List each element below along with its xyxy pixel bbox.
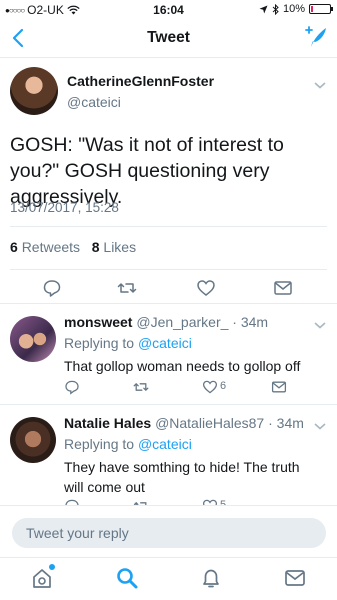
reply-actions: 6	[0, 379, 337, 405]
notification-dot	[49, 564, 55, 570]
reply-composer	[0, 505, 337, 557]
share-icon[interactable]	[271, 379, 287, 395]
chevron-down-icon[interactable]	[313, 80, 327, 90]
likes-label[interactable]: Likes	[103, 239, 136, 255]
reply-avatar[interactable]	[10, 417, 56, 463]
replying-to-link[interactable]: @cateici	[138, 436, 192, 452]
tab-notifications[interactable]	[199, 566, 223, 590]
reply-author[interactable]: Natalie Hales @NatalieHales87 · 34m	[64, 415, 304, 431]
engagement-counts: 6 Retweets 8 Likes	[10, 239, 136, 255]
reply-input[interactable]	[12, 518, 326, 548]
search-icon	[117, 568, 138, 589]
retweet-icon[interactable]	[133, 379, 149, 395]
retweets-label[interactable]: Retweets	[22, 239, 80, 255]
tab-search[interactable]	[115, 566, 139, 590]
replying-to: Replying to @cateici	[64, 335, 192, 351]
chevron-down-icon[interactable]	[313, 421, 327, 431]
replying-to: Replying to @cateici	[64, 436, 192, 452]
reply-avatar[interactable]	[10, 316, 56, 362]
like-icon[interactable]	[196, 278, 216, 298]
reply-author[interactable]: monsweet @Jen_parker_ · 34m	[64, 314, 268, 330]
retweets-count[interactable]: 6	[10, 239, 18, 255]
author-avatar[interactable]	[10, 67, 58, 115]
tweet-timestamp: 13/07/2017, 15:28	[10, 200, 119, 215]
battery-icon	[309, 4, 333, 14]
reply-author-name: Natalie Hales	[64, 415, 152, 431]
reply-item[interactable]: monsweet @Jen_parker_ · 34m Replying to …	[0, 304, 337, 404]
share-icon[interactable]	[273, 278, 293, 298]
reply-author-handle: @Jen_parker_	[136, 314, 229, 330]
reply-author-name: monsweet	[64, 314, 133, 330]
tweet-actions	[0, 276, 337, 302]
like-count: 6	[220, 380, 227, 392]
reply-item[interactable]: Natalie Hales @NatalieHales87 · 34m Repl…	[0, 405, 337, 514]
divider	[10, 269, 327, 270]
battery-percent: 10%	[282, 3, 305, 15]
reply-text: They have somthing to hide! The truth wi…	[64, 459, 300, 495]
retweet-icon[interactable]	[117, 278, 137, 298]
tab-bar	[0, 557, 337, 600]
chevron-down-icon[interactable]	[313, 320, 327, 330]
divider	[10, 226, 327, 227]
status-bar: ●○○○○ O2-UK 16:04 10%	[0, 0, 337, 20]
reply-text: That gollop woman needs to gollop off	[64, 358, 301, 374]
reply-icon[interactable]	[42, 278, 62, 298]
page-title: Tweet	[147, 29, 190, 46]
reply-age: 34m	[240, 314, 269, 330]
tab-messages[interactable]	[283, 566, 307, 590]
replying-to-link[interactable]: @cateici	[138, 335, 192, 351]
reply-icon[interactable]	[64, 379, 80, 395]
bluetooth-icon	[272, 3, 279, 15]
reply-age: 34m	[276, 415, 304, 431]
messages-icon	[285, 570, 305, 586]
tweet-text: GOSH: "Was it not of interest to you?" G…	[10, 134, 284, 208]
notifications-icon	[203, 569, 219, 588]
like-icon[interactable]	[202, 379, 218, 395]
author-name[interactable]: CatherineGlennFoster	[67, 73, 214, 89]
compose-tweet-icon[interactable]	[303, 25, 329, 51]
reply-author-handle: @NatalieHales87	[155, 415, 265, 431]
likes-count[interactable]: 8	[92, 239, 100, 255]
tab-home[interactable]	[30, 564, 55, 590]
battery-level	[311, 6, 313, 12]
location-arrow-icon	[259, 5, 268, 13]
author-handle[interactable]: @cateici	[67, 94, 121, 110]
nav-bar: Tweet	[0, 20, 337, 58]
